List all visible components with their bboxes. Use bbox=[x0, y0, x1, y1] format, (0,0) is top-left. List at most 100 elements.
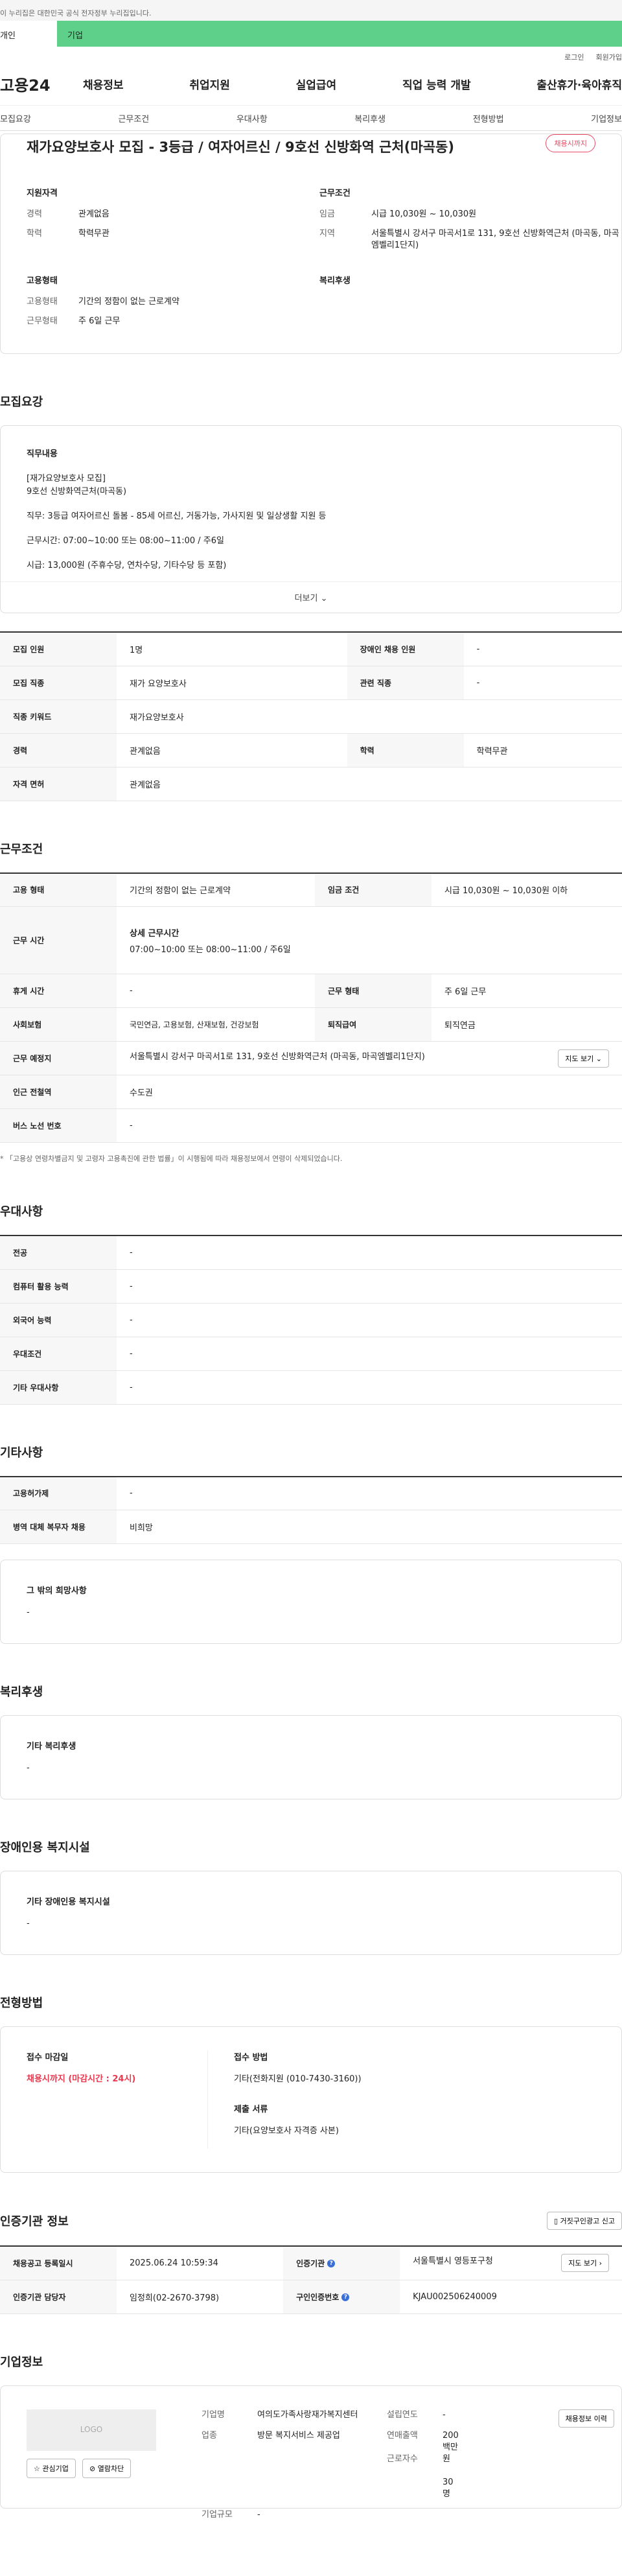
docs-heading: 제출 서류 bbox=[234, 2105, 268, 2114]
table-row: 전공 - bbox=[0, 1235, 622, 1270]
industry-value: 방문 복지서비스 제공업 bbox=[257, 2430, 340, 2441]
company-name-value: 여의도가족사랑재가복지센터 bbox=[257, 2409, 358, 2420]
signup-link[interactable]: 회원가입 bbox=[596, 52, 622, 62]
education-value: 학력무관 bbox=[78, 229, 109, 239]
anchor-recruit[interactable]: 모집요강 bbox=[0, 112, 31, 124]
cell-value: - bbox=[117, 1269, 622, 1304]
cell-value: - bbox=[117, 1235, 622, 1270]
agency-table: 채용공고 등록일시 2025.06.24 10:59:34 인증기관? 서울특별… bbox=[0, 2245, 622, 2314]
deadline-heading: 접수 마감일 bbox=[27, 2053, 69, 2063]
info-icon[interactable]: ? bbox=[341, 2293, 350, 2301]
cell-label: 학력 bbox=[347, 733, 464, 767]
cell-label: 모집 직종 bbox=[0, 666, 117, 700]
recruit-section-title: 모집요강 bbox=[0, 395, 43, 409]
company-actions: ☆ 관심기업 ⊘ 열람차단 bbox=[27, 2458, 202, 2478]
cell-value: 재가 요양보호사 bbox=[117, 666, 347, 700]
other-wishes-box: 그 밖의 희망사항 - bbox=[0, 1560, 622, 1644]
worktype-value: 주 6일 근무 bbox=[78, 316, 121, 326]
table-row: 경력 관계없음 학력 학력무관 bbox=[0, 733, 622, 767]
deadline-block: 접수 마감일 채용시까지 (마감시간 : 24시) bbox=[27, 2050, 208, 2149]
etc-table: 고용허가제 - 병역 대체 복무자 채용 비희망 bbox=[0, 1475, 622, 1544]
desc-line: 시급: 13,000원 (주휴수당, 연차수당, 기타수당 등 포함) bbox=[27, 561, 227, 570]
anchor-method[interactable]: 전형방법 bbox=[473, 112, 504, 124]
cell-label: 퇴직급여 bbox=[314, 1007, 432, 1042]
disability-section-title: 장애인용 복지시설 bbox=[0, 1841, 90, 1855]
cell-value: 국민연금, 고용보험, 산재보험, 건강보험 bbox=[117, 1007, 315, 1042]
agency-section-title: 인증기관 정보 bbox=[0, 2215, 69, 2229]
cell-value: KJAU002506240009 bbox=[400, 2280, 622, 2314]
cell-label: 장애인 채용 인원 bbox=[347, 632, 464, 666]
cell-label: 임금 조건 bbox=[314, 872, 432, 907]
table-row: 자격 면허 관계없음 bbox=[0, 767, 622, 801]
favorite-company-button[interactable]: ☆ 관심기업 bbox=[27, 2458, 76, 2478]
hiring-history-button[interactable]: 채용정보 이력 bbox=[558, 2409, 614, 2428]
apply-block: 접수 방법 기타(전화지원 (010-7430-3160)) 제출 서류 기타(… bbox=[208, 2050, 595, 2149]
anchor-welfare[interactable]: 복리후생 bbox=[354, 112, 386, 124]
cell-label: 근무 예정지 bbox=[0, 1041, 117, 1075]
more-button[interactable]: 더보기 ⌄ bbox=[1, 581, 621, 613]
table-row: 인증기관 담당자 임정희(02-2670-3798) 구인인증번호? KJAU0… bbox=[0, 2280, 622, 2314]
work-place-cell: 서울특별시 강서구 마곡서1로 131, 9호선 신방화역근처 (마곡동, 마곡… bbox=[117, 1041, 622, 1075]
work-hours-value: 07:00~10:00 또는 08:00~11:00 / 주6일 bbox=[130, 944, 291, 955]
cell-label: 휴게 시간 bbox=[0, 974, 117, 1008]
emptype-label: 고용형태 bbox=[27, 297, 58, 307]
table-row: 컴퓨터 활용 능력 - bbox=[0, 1269, 622, 1304]
welfare-section-title: 복리후생 bbox=[0, 1685, 43, 1699]
chevron-right-icon: › bbox=[599, 2259, 602, 2268]
cell-label: 모집 인원 bbox=[0, 632, 117, 666]
cell-value: 관계없음 bbox=[117, 733, 347, 767]
cell-label: 기타 우대사항 bbox=[0, 1370, 117, 1405]
cell-label: 버스 노선 번호 bbox=[0, 1108, 117, 1143]
table-row: 인근 전철역 수도권 bbox=[0, 1075, 622, 1109]
block-icon: ⊘ bbox=[89, 2464, 96, 2473]
deadline-value: 채용시까지 (마감시간 : 24시) bbox=[27, 2074, 136, 2084]
cell-label: 채용공고 등록일시 bbox=[0, 2246, 117, 2280]
anchor-preference[interactable]: 우대사항 bbox=[236, 112, 268, 124]
cell-label: 인증기관 담당자 bbox=[0, 2280, 117, 2314]
menu-jobs[interactable]: 채용정보 bbox=[83, 76, 124, 92]
sales-label: 연매출액 bbox=[387, 2430, 418, 2441]
table-row: 모집 인원 1명 장애인 채용 인원 - bbox=[0, 632, 622, 666]
company-logo-block: LOGO ☆ 관심기업 ⊘ 열람차단 bbox=[27, 2409, 202, 2521]
menu-parental-leave[interactable]: 출산휴가·육아휴직 bbox=[536, 76, 622, 92]
cell-value: 시급 10,030원 ~ 10,030원 이하 bbox=[431, 872, 622, 907]
anchor-conditions[interactable]: 근무조건 bbox=[118, 112, 149, 124]
global-nav: 고용24 채용정보 취업지원 실업급여 직업 능력 개발 출산휴가·육아휴직 bbox=[0, 62, 622, 105]
disability-box-heading: 기타 장애인용 복지시설 bbox=[27, 1897, 110, 1907]
tab-business[interactable]: 기업 bbox=[57, 21, 622, 47]
report-fake-ad-label: 거짓구인광고 신고 bbox=[560, 2217, 615, 2225]
table-row: 고용허가제 - bbox=[0, 1476, 622, 1510]
report-fake-ad-button[interactable]: ▯ 거짓구인광고 신고 bbox=[546, 2212, 622, 2230]
menu-skills-development[interactable]: 직업 능력 개발 bbox=[402, 76, 471, 92]
cell-label: 외국어 능력 bbox=[0, 1303, 117, 1337]
cell-value: 관계없음 bbox=[117, 767, 622, 801]
cell-value: - bbox=[463, 666, 622, 700]
welfare-heading: 복리후생 bbox=[319, 276, 351, 286]
map-view-button[interactable]: 지도 보기 ⌄ bbox=[558, 1049, 609, 1068]
agency-header: 인증기관 정보 ▯ 거짓구인광고 신고 bbox=[0, 2212, 622, 2230]
menu-employment-support[interactable]: 취업지원 bbox=[189, 76, 230, 92]
cell-label: 인증기관 bbox=[296, 2258, 325, 2268]
education-label: 학력 bbox=[27, 229, 42, 239]
cell-value: 비희망 bbox=[117, 1510, 622, 1544]
table-row: 외국어 능력 - bbox=[0, 1303, 622, 1337]
docs-value: 기타(요양보호사 자격증 사본) bbox=[234, 2126, 339, 2136]
info-icon[interactable]: ? bbox=[327, 2260, 336, 2268]
job-description-heading: 직무내용 bbox=[27, 449, 58, 459]
apply-heading: 접수 방법 bbox=[234, 2053, 268, 2063]
block-view-button[interactable]: ⊘ 열람차단 bbox=[82, 2458, 132, 2478]
etc-section-title: 기타사항 bbox=[0, 1446, 43, 1460]
disability-box: 기타 장애인용 복지시설 - bbox=[0, 1871, 622, 1955]
job-title: 재가요양보호사 모집 - 3등급 / 여자어르신 / 9호선 신방화역 근처(마… bbox=[27, 139, 454, 155]
method-section-title: 전형방법 bbox=[0, 1996, 43, 2010]
anchor-company[interactable]: 기업정보 bbox=[591, 112, 622, 124]
work-hours-cell: 상세 근무시간 07:00~10:00 또는 08:00~11:00 / 주6일 bbox=[117, 906, 622, 974]
login-link[interactable]: 로그인 bbox=[564, 52, 584, 62]
cell-label: 구인인증번호 bbox=[296, 2292, 340, 2302]
site-logo[interactable]: 고용24 bbox=[0, 73, 83, 95]
cell-value: - bbox=[463, 632, 622, 666]
menu-unemployment-benefit[interactable]: 실업급여 bbox=[296, 76, 337, 92]
tab-personal[interactable]: 개인 bbox=[0, 21, 57, 47]
map-view-label: 지도 보기 bbox=[565, 1054, 594, 1063]
agency-map-button[interactable]: 지도 보기 › bbox=[561, 2254, 609, 2273]
